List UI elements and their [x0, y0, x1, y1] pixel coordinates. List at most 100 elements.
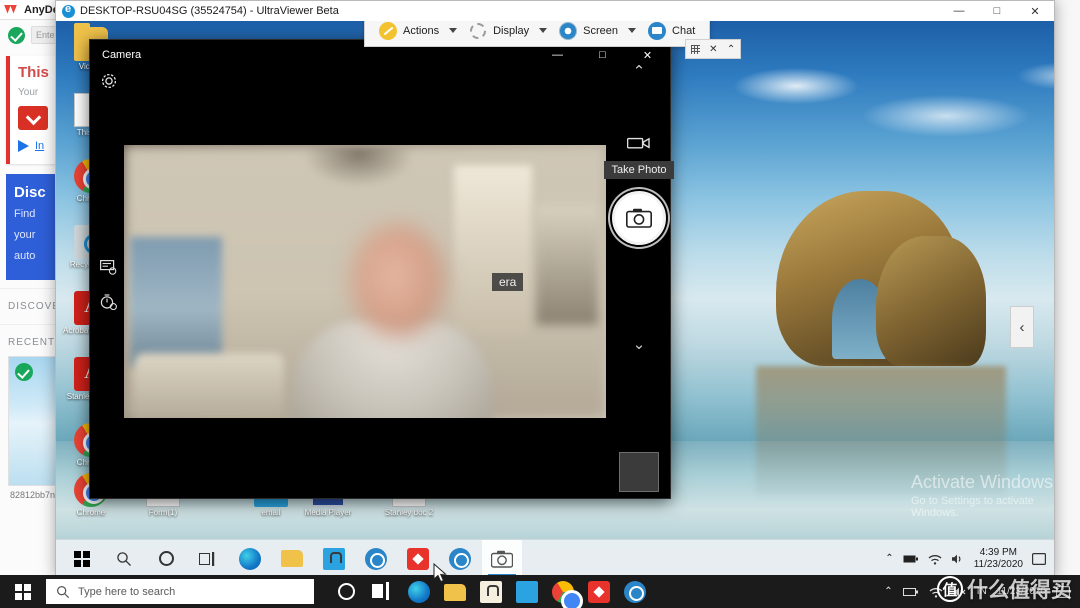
mail-icon [323, 548, 345, 570]
search-icon [116, 551, 132, 567]
toolbar-display[interactable]: Display [461, 21, 537, 46]
remote-clock[interactable]: 4:39 PM 11/23/2020 [974, 547, 1023, 570]
camera-video-preview: era [124, 145, 606, 418]
volume-icon[interactable] [951, 553, 965, 565]
scroll-up-chevron-icon[interactable]: ⌃ [633, 64, 646, 82]
minimize-button[interactable]: — [940, 1, 978, 21]
toolbar-display-label: Display [493, 25, 529, 37]
ultraviewer-floating-toolbar: Actions Display Screen Chat [364, 21, 710, 47]
host-start-button[interactable] [0, 575, 46, 608]
camera-controls-rail: ⌃ Take Photo [606, 64, 672, 498]
tray-chevron-icon[interactable]: ⌃ [885, 553, 893, 564]
anydesk-icon [407, 548, 429, 570]
ultraviewer-icon[interactable] [624, 581, 646, 603]
remote-camera-button[interactable] [482, 540, 522, 578]
video-mode-button[interactable] [627, 136, 651, 155]
cortana-icon [159, 551, 174, 566]
edge-icon[interactable] [408, 581, 430, 603]
video-chandelier [304, 147, 414, 187]
host-taskbar-icons [336, 581, 646, 603]
fullscreen-icon[interactable]: ✕ [709, 44, 717, 55]
gear-icon [469, 22, 487, 40]
check-circle-icon [8, 27, 25, 44]
camera-shutter-icon [626, 208, 652, 228]
remote-date: 11/23/2020 [974, 559, 1023, 571]
task-view-icon[interactable] [372, 581, 394, 603]
chevron-down-icon[interactable] [628, 28, 636, 33]
camera-hover-tooltip: era [492, 273, 523, 291]
screenshot-root: AnyDesk Enter Remote Desk This Your In D… [0, 0, 1080, 608]
video-cabinet [536, 205, 598, 325]
wallpaper-rock-secondary [876, 236, 986, 366]
remote-search-button[interactable] [104, 540, 144, 578]
wifi-icon[interactable] [928, 553, 942, 565]
scroll-down-chevron-icon[interactable]: ⌄ [633, 337, 646, 355]
camera-icon [491, 550, 513, 568]
camera-window-title: Camera [90, 49, 141, 61]
chevron-down-icon[interactable] [539, 28, 547, 33]
task-view-icon [199, 551, 217, 567]
battery-icon[interactable] [903, 586, 919, 598]
remote-cortana-button[interactable] [146, 540, 186, 578]
edge-icon [239, 548, 261, 570]
share-icon [18, 140, 29, 152]
mail-icon[interactable] [516, 581, 538, 603]
take-photo-tooltip: Take Photo [604, 161, 673, 179]
remote-time: 4:39 PM [974, 547, 1023, 559]
maximize-button[interactable]: □ [978, 1, 1016, 21]
sidebar-collapse-tab[interactable]: ‹ [1010, 306, 1034, 348]
session-verified-icon [15, 363, 33, 381]
ultraviewer-mini-widget: ✕ ⌃ [685, 39, 741, 59]
tray-chevron-icon[interactable]: ⌃ [884, 586, 892, 597]
host-search-box[interactable]: Type here to search [46, 579, 314, 604]
video-sofa [134, 353, 284, 418]
wallpaper-clouds [716, 46, 1054, 166]
battery-icon[interactable] [903, 553, 919, 565]
anydesk-icon[interactable] [588, 581, 610, 603]
take-photo-button[interactable] [612, 191, 666, 245]
photo-settings-icon [100, 260, 117, 275]
remote-mail-button[interactable] [314, 540, 354, 578]
download-button[interactable] [18, 106, 48, 130]
host-search-placeholder: Type here to search [78, 586, 175, 598]
remote-anydesk-button[interactable] [398, 540, 438, 578]
pencil-icon [379, 22, 397, 40]
toolbar-chat-label: Chat [672, 25, 695, 37]
action-center-icon[interactable] [1032, 553, 1046, 565]
remote-screen[interactable]: Videos This PC Chrome Recycle Bin Acroba… [56, 21, 1054, 577]
ultraviewer-titlebar[interactable]: DESKTOP-RSU04SG (35524754) - UltraViewer… [56, 1, 1054, 21]
desktop-icon-label: email [242, 509, 300, 518]
remote-edge-button[interactable] [230, 540, 270, 578]
ultraviewer-window-controls: — □ ✕ [940, 1, 1054, 21]
remote-file-explorer-button[interactable] [272, 540, 312, 578]
desktop-icon-label: Stanley doc 2 [380, 509, 438, 518]
remote-start-button[interactable] [62, 540, 102, 578]
ultraviewer-icon [449, 548, 471, 570]
cortana-icon[interactable] [336, 581, 358, 603]
collapse-chevron-icon[interactable]: ⌃ [727, 44, 735, 55]
close-button[interactable]: ✕ [1016, 1, 1054, 21]
camera-app-window: Camera — □ ✕ [89, 39, 671, 499]
photo-timer-button[interactable] [100, 294, 117, 315]
anydesk-logo-icon [4, 4, 20, 16]
video-person-face [352, 225, 444, 337]
camera-settings-button[interactable] [100, 72, 118, 95]
toolbar-screen[interactable]: Screen [551, 21, 626, 46]
mouse-cursor [433, 563, 449, 585]
last-capture-thumbnail[interactable] [619, 452, 659, 492]
store-icon[interactable] [480, 581, 502, 603]
folder-icon[interactable] [444, 584, 466, 601]
video-doorway [454, 165, 532, 335]
watermark-line2: Go to Settings to activate Windows. [911, 495, 1054, 519]
grid-icon[interactable] [691, 45, 700, 54]
chrome-icon[interactable] [552, 581, 574, 603]
remote-store-button[interactable] [356, 540, 396, 578]
camera-left-controls [100, 260, 117, 315]
chevron-down-icon[interactable] [449, 28, 457, 33]
ultraviewer-window-title: DESKTOP-RSU04SG (35524754) - UltraViewer… [80, 5, 339, 17]
remote-task-view-button[interactable] [188, 540, 228, 578]
desktop-icon-label: Media Player [299, 509, 357, 518]
photo-settings-button[interactable] [100, 260, 117, 280]
toolbar-actions[interactable]: Actions [371, 21, 447, 46]
photo-timer-icon [100, 294, 117, 310]
